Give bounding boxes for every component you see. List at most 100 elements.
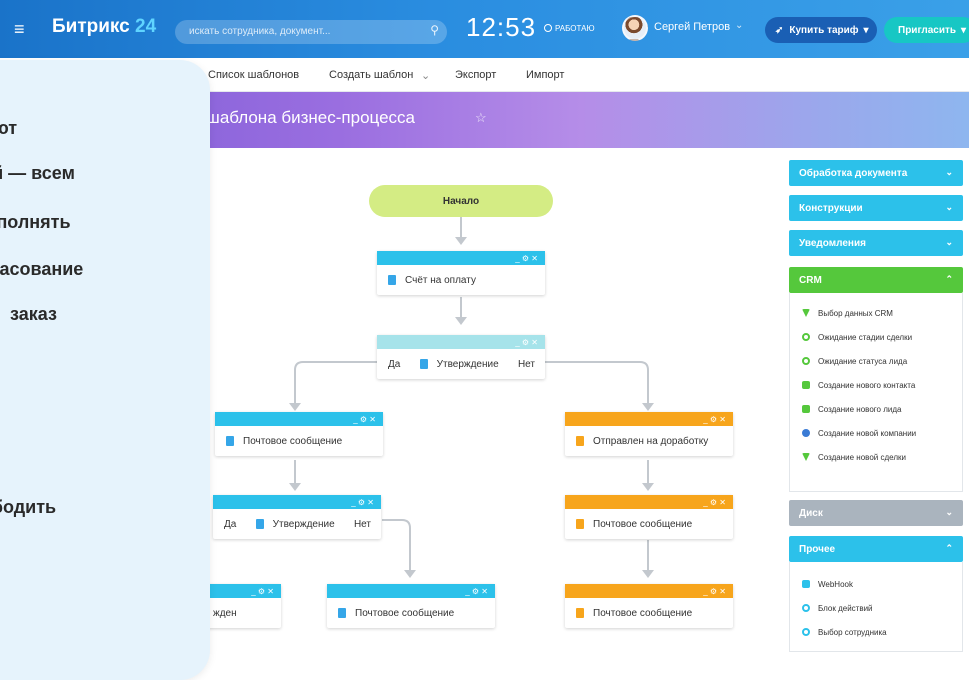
block-title: Почтовое сообщение	[355, 607, 455, 619]
filter-icon	[802, 309, 810, 317]
overlay-line: заказ	[10, 304, 57, 324]
chevron-down-icon: ⌄	[945, 202, 953, 212]
section-label: Диск	[799, 507, 823, 519]
branch-yes-label: Да	[388, 358, 401, 370]
section-disk[interactable]: Диск ⌄	[789, 500, 963, 526]
tab-export[interactable]: Экспорт	[455, 69, 496, 81]
logo-number: 24	[135, 16, 157, 37]
activity-block-invoice[interactable]: _ ⚙ ✕ Счёт на оплату	[377, 251, 545, 295]
buy-plan-label: Купить тариф	[789, 24, 859, 36]
activity-block-approval-2[interactable]: _ ⚙ ✕ Да Утверждение Нет	[213, 495, 381, 539]
buy-plan-button[interactable]: ➶ Купить тариф ▾	[765, 17, 877, 43]
rocket-icon: ➶	[775, 24, 784, 36]
company-icon	[802, 429, 810, 437]
block-controls[interactable]: _ ⚙ ✕	[377, 251, 545, 265]
item-label: Выбор сотрудника	[818, 627, 887, 637]
section-label: Уведомления	[799, 237, 866, 249]
item-label: Создание нового контакта	[818, 380, 916, 390]
clock-icon	[802, 357, 810, 365]
block-controls[interactable]: _ ⚙ ✕	[565, 584, 733, 598]
section-crm[interactable]: CRM ⌃	[789, 267, 963, 293]
overlay-card: меют бой — всем выполнять огласование за…	[0, 60, 210, 680]
section-other[interactable]: Прочее ⌃	[789, 536, 963, 562]
block-controls[interactable]: _ ⚙ ✕	[377, 335, 545, 349]
search-input[interactable]: искать сотрудника, документ... ⚲	[175, 20, 447, 44]
chevron-up-icon: ⌃	[945, 543, 953, 553]
item-label: Блок действий	[818, 603, 873, 613]
chevron-up-icon: ⌃	[945, 274, 953, 284]
list-item[interactable]: Создание новой компании	[790, 421, 962, 445]
section-label: Обработка документа	[799, 167, 908, 179]
list-item[interactable]: Создание новой сделки	[790, 445, 962, 469]
menu-icon[interactable]: ≡	[14, 19, 25, 40]
section-notifications[interactable]: Уведомления ⌄	[789, 230, 963, 256]
list-item[interactable]: Создание нового лида	[790, 397, 962, 421]
deal-icon	[802, 453, 810, 461]
block-title: Счёт на оплату	[405, 274, 476, 286]
overlay-line: вободить	[0, 497, 57, 517]
app-logo[interactable]: Битрикс 24	[52, 16, 156, 38]
chevron-down-icon[interactable]: ⌄	[735, 20, 743, 31]
block-title: Утверждение	[436, 358, 499, 370]
work-status[interactable]: РАБОТАЮ	[544, 24, 595, 33]
start-node[interactable]: Начало	[369, 185, 553, 217]
list-item[interactable]: Выбор данных CRM	[790, 301, 962, 325]
work-status-label: РАБОТАЮ	[555, 24, 595, 33]
activity-block-mail-4[interactable]: _ ⚙ ✕ Почтовое сообщение	[565, 584, 733, 628]
invite-button[interactable]: Пригласить ▾	[884, 17, 969, 43]
tab-templates-list[interactable]: Список шаблонов	[208, 69, 299, 81]
block-controls[interactable]: _ ⚙ ✕	[565, 495, 733, 509]
logo-word: Битрикс	[52, 16, 130, 37]
block-title: Утверждение	[272, 518, 335, 530]
activity-block-approval[interactable]: _ ⚙ ✕ Да Утверждение Нет	[377, 335, 545, 379]
block-controls[interactable]: _ ⚙ ✕	[215, 412, 383, 426]
document-icon	[338, 608, 346, 618]
activities-panel: Обработка документа ⌄ Конструкции ⌄ Уведом…	[783, 150, 969, 652]
document-icon	[802, 580, 810, 588]
avatar[interactable]	[622, 15, 648, 41]
document-icon	[226, 436, 234, 446]
section-constructs[interactable]: Конструкции ⌄	[789, 195, 963, 221]
block-controls[interactable]: _ ⚙ ✕	[327, 584, 495, 598]
block-controls[interactable]: _ ⚙ ✕	[213, 495, 381, 509]
chevron-down-icon: ⌄	[945, 507, 953, 517]
tab-import[interactable]: Импорт	[526, 69, 564, 81]
block-controls[interactable]: _ ⚙ ✕	[565, 412, 733, 426]
branch-no-label: Нет	[353, 518, 371, 530]
list-item[interactable]: Ожидание стадии сделки	[790, 325, 962, 349]
list-item[interactable]: Ожидание статуса лида	[790, 349, 962, 373]
clock-icon	[802, 333, 810, 341]
search-icon[interactable]: ⚲	[430, 23, 439, 37]
document-icon	[576, 519, 584, 529]
section-doc-processing[interactable]: Обработка документа ⌄	[789, 160, 963, 186]
activity-block-mail-1[interactable]: _ ⚙ ✕ Почтовое сообщение	[215, 412, 383, 456]
section-label: CRM	[799, 274, 822, 286]
list-item[interactable]: Создание нового контакта	[790, 373, 962, 397]
document-icon	[576, 608, 584, 618]
page-title: е шаблона бизнес-процесса	[192, 108, 415, 127]
branch-yes-label: Да	[224, 518, 237, 530]
chevron-down-icon: ⌄	[945, 167, 953, 177]
activity-block-revision[interactable]: _ ⚙ ✕ Отправлен на доработку	[565, 412, 733, 456]
chevron-down-icon: ⌄	[945, 237, 953, 247]
item-label: Ожидание статуса лида	[818, 356, 908, 366]
invite-label: Пригласить	[898, 24, 957, 36]
list-item[interactable]: Блок действий	[790, 596, 962, 620]
activity-block-mail-3[interactable]: _ ⚙ ✕ Почтовое сообщение	[327, 584, 495, 628]
block-title: жден	[213, 607, 237, 619]
list-item[interactable]: WebHook	[790, 572, 962, 596]
item-label: Создание нового лида	[818, 404, 902, 414]
chevron-down-icon: ▾	[961, 24, 967, 36]
star-icon[interactable]: ☆	[475, 110, 487, 126]
overlay-line: бой — всем	[0, 163, 75, 183]
list-item[interactable]: Выбор сотрудника	[790, 620, 962, 644]
chevron-down-icon[interactable]: ⌄	[421, 69, 430, 82]
tab-create-template[interactable]: Создать шаблон	[329, 69, 413, 81]
search-placeholder: искать сотрудника, документ...	[189, 26, 331, 37]
item-label: WebHook	[818, 579, 853, 589]
activity-block-mail-2[interactable]: _ ⚙ ✕ Почтовое сообщение	[565, 495, 733, 539]
user-name[interactable]: Сергей Петров	[654, 21, 730, 33]
document-icon	[419, 359, 428, 369]
overlay-line: выполнять	[0, 212, 71, 232]
other-items-list: WebHook Блок действий Выбор сотрудника	[789, 562, 963, 652]
